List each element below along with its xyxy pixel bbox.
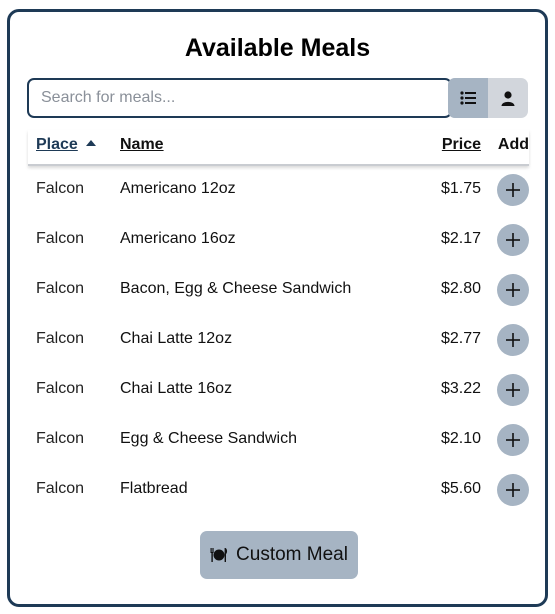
page-title: Available Meals <box>184 34 371 62</box>
add-meal-button[interactable] <box>497 274 529 306</box>
person-view-button[interactable] <box>488 78 528 118</box>
custom-meal-label: Custom Meal <box>236 544 348 565</box>
row-place: Falcon <box>36 180 85 197</box>
dining-icon <box>210 548 228 562</box>
table-row: Falcon Chai Latte 16oz $3.22 <box>28 365 529 415</box>
person-icon <box>501 90 515 106</box>
table-row: Falcon Egg & Cheese Sandwich $2.10 <box>28 415 529 465</box>
plus-icon <box>506 483 520 497</box>
add-meal-button[interactable] <box>497 374 529 406</box>
list-icon <box>460 91 476 105</box>
sort-ascending-icon <box>85 140 96 146</box>
table-row: Falcon Flatbread $5.60 <box>28 465 529 515</box>
add-meal-button[interactable] <box>497 224 529 256</box>
name-column-header[interactable]: Name <box>120 136 164 154</box>
row-name: Americano 12oz <box>120 180 236 197</box>
meals-table-body: Falcon Americano 12oz $1.75 Falcon Ameri… <box>28 165 529 515</box>
table-row: Falcon Bacon, Egg & Cheese Sandwich $2.8… <box>28 265 529 315</box>
row-place: Falcon <box>36 230 85 247</box>
plus-icon <box>506 433 520 447</box>
price-column-header[interactable]: Price <box>442 136 481 154</box>
table-header: Place Name Price Add <box>28 130 529 166</box>
row-place: Falcon <box>36 280 85 297</box>
row-price: $2.77 <box>440 330 481 347</box>
table-row: Falcon Americano 16oz $2.17 <box>28 215 529 265</box>
row-place: Falcon <box>36 430 85 447</box>
row-price: $2.17 <box>440 230 481 247</box>
row-name: Bacon, Egg & Cheese Sandwich <box>120 280 352 297</box>
row-place: Falcon <box>36 330 85 347</box>
view-toggle <box>448 78 528 118</box>
row-name: Chai Latte 12oz <box>120 330 233 347</box>
row-price: $1.75 <box>440 180 481 197</box>
meals-card: Available Meals Place Name Price Add <box>7 9 548 607</box>
plus-icon <box>506 283 520 297</box>
row-price: $5.60 <box>440 480 481 497</box>
row-name: Americano 16oz <box>120 230 236 247</box>
plus-icon <box>506 233 520 247</box>
table-row: Falcon Americano 12oz $1.75 <box>28 165 529 215</box>
plus-icon <box>506 383 520 397</box>
table-row: Falcon Chai Latte 12oz $2.77 <box>28 315 529 365</box>
custom-meal-button[interactable]: Custom Meal <box>200 531 358 579</box>
row-place: Falcon <box>36 380 85 397</box>
row-name: Flatbread <box>120 480 188 497</box>
place-column-header[interactable]: Place <box>36 136 96 154</box>
row-name: Egg & Cheese Sandwich <box>120 430 297 447</box>
row-price: $2.80 <box>440 280 481 297</box>
add-meal-button[interactable] <box>497 424 529 456</box>
add-column-header: Add <box>497 136 529 153</box>
list-view-button[interactable] <box>448 78 488 118</box>
add-meal-button[interactable] <box>497 174 529 206</box>
row-price: $3.22 <box>440 380 481 397</box>
row-price: $2.10 <box>440 430 481 447</box>
plus-icon <box>506 183 520 197</box>
add-meal-button[interactable] <box>497 474 529 506</box>
plus-icon <box>506 333 520 347</box>
row-place: Falcon <box>36 480 85 497</box>
search-input[interactable] <box>27 78 452 118</box>
row-name: Chai Latte 16oz <box>120 380 233 397</box>
add-meal-button[interactable] <box>497 324 529 356</box>
